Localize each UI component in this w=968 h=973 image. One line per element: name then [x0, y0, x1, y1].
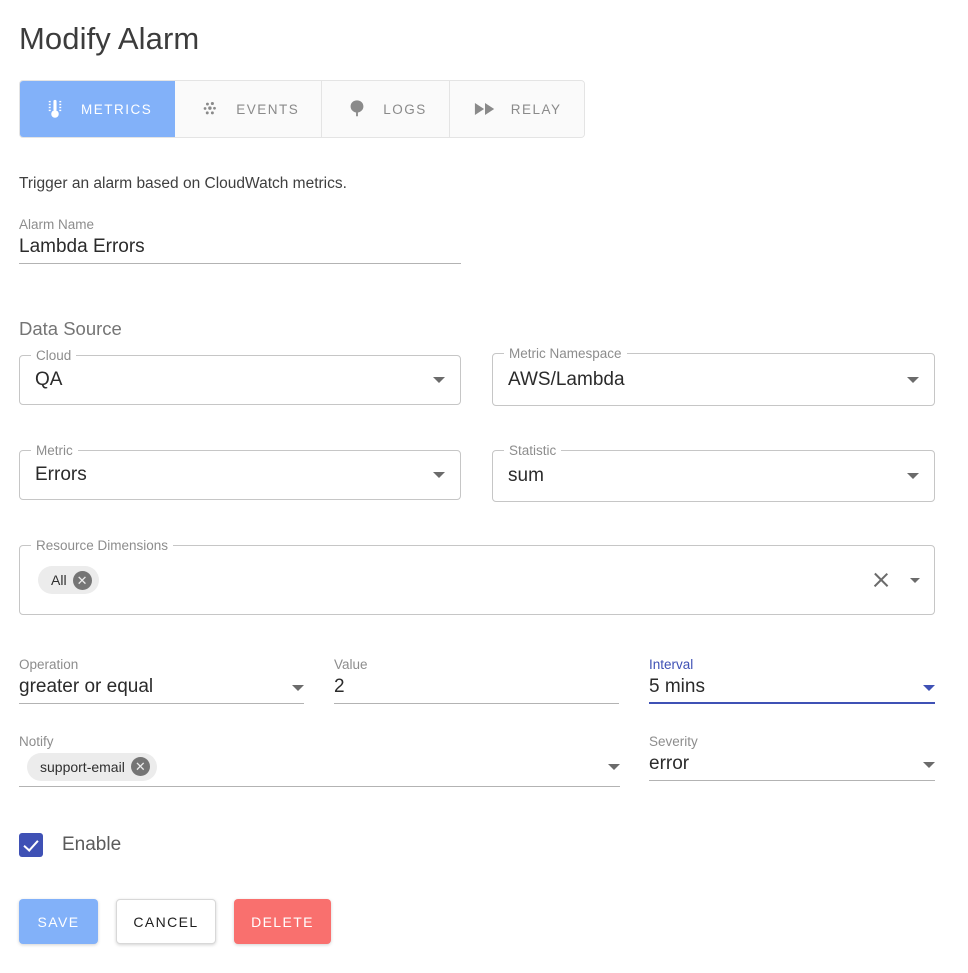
bubble-dots-icon: [197, 96, 223, 122]
metric-select[interactable]: Metric Errors: [19, 442, 461, 500]
metric-namespace-label: Metric Namespace: [504, 345, 627, 363]
value-label: Value: [334, 657, 368, 672]
resource-dimensions-select[interactable]: Resource Dimensions All ✕: [19, 537, 935, 615]
value-field[interactable]: Value 2: [334, 656, 619, 704]
tab-bar: METRICS EVENTS LOGS RELAY: [19, 80, 585, 138]
chevron-down-icon[interactable]: [907, 473, 919, 479]
modify-alarm-page: Modify Alarm METRICS EVENTS LOGS RELAY T…: [0, 0, 968, 973]
alarm-name-label: Alarm Name: [19, 217, 95, 232]
cloud-label: Cloud: [31, 347, 77, 365]
severity-value: error: [649, 753, 690, 774]
operation-value: greater or equal: [19, 676, 154, 697]
chevron-down-icon[interactable]: [292, 685, 304, 691]
page-description: Trigger an alarm based on CloudWatch met…: [19, 175, 347, 192]
page-title: Modify Alarm: [19, 21, 200, 56]
chevron-down-icon[interactable]: [608, 763, 620, 770]
tab-logs-label: LOGS: [383, 101, 427, 117]
chip-all-label: All: [51, 572, 67, 588]
statistic-select[interactable]: Statistic sum: [492, 442, 935, 502]
value-value: 2: [334, 676, 345, 697]
chevron-down-icon[interactable]: [910, 577, 920, 583]
enable-checkbox[interactable]: [19, 833, 43, 857]
alarm-name-input-row[interactable]: Lambda Errors: [19, 234, 461, 264]
resource-dimensions-chips: All ✕: [38, 566, 870, 594]
clear-icon[interactable]: [870, 569, 892, 591]
data-source-heading: Data Source: [19, 318, 122, 339]
save-button[interactable]: SAVE: [19, 899, 98, 944]
notify-select-row[interactable]: support-email ✕: [19, 751, 620, 787]
chevron-down-icon[interactable]: [433, 472, 445, 478]
alarm-name-value: Lambda Errors: [19, 236, 145, 257]
cloud-select[interactable]: Cloud QA: [19, 347, 461, 405]
tab-logs[interactable]: LOGS: [322, 81, 450, 137]
chip-remove-icon[interactable]: ✕: [130, 757, 150, 776]
chip-support-email[interactable]: support-email ✕: [27, 752, 157, 781]
operation-select-row[interactable]: greater or equal: [19, 674, 304, 704]
delete-button[interactable]: DELETE: [234, 899, 331, 944]
resource-dimensions-label: Resource Dimensions: [31, 537, 174, 555]
enable-label: Enable: [62, 834, 122, 855]
severity-field[interactable]: Severity error: [649, 733, 935, 781]
chevron-down-icon[interactable]: [923, 762, 935, 768]
chip-support-email-label: support-email: [40, 758, 125, 775]
operation-field[interactable]: Operation greater or equal: [19, 656, 304, 704]
chip-all[interactable]: All ✕: [38, 566, 99, 594]
statistic-label: Statistic: [504, 442, 562, 460]
interval-field[interactable]: Interval 5 mins: [649, 656, 935, 704]
chevron-down-icon[interactable]: [923, 685, 935, 691]
value-input-row[interactable]: 2: [334, 674, 619, 704]
notify-chips: support-email ✕: [19, 752, 157, 781]
enable-checkbox-row[interactable]: Enable: [19, 833, 121, 857]
tree-icon: [344, 96, 370, 122]
notify-field[interactable]: Notify support-email ✕: [19, 733, 620, 787]
thermometer-icon: [42, 96, 68, 122]
chip-remove-icon[interactable]: ✕: [72, 570, 92, 590]
fast-forward-icon: [472, 96, 498, 122]
interval-label: Interval: [649, 657, 694, 672]
metric-namespace-value: AWS/Lambda: [508, 368, 625, 390]
metric-label: Metric: [31, 442, 78, 460]
tab-relay[interactable]: RELAY: [449, 81, 584, 137]
interval-value: 5 mins: [649, 676, 705, 697]
severity-label: Severity: [649, 734, 698, 749]
tab-metrics[interactable]: METRICS: [20, 81, 176, 137]
statistic-value: sum: [508, 465, 544, 486]
metric-namespace-select[interactable]: Metric Namespace AWS/Lambda: [492, 345, 935, 406]
alarm-name-field[interactable]: Alarm Name Lambda Errors: [19, 216, 461, 264]
cloud-value: QA: [35, 369, 63, 390]
chevron-down-icon[interactable]: [907, 376, 919, 383]
interval-select-row[interactable]: 5 mins: [649, 674, 935, 704]
tab-metrics-label: METRICS: [81, 101, 153, 117]
tab-events-label: EVENTS: [236, 101, 300, 117]
metric-value: Errors: [35, 464, 87, 485]
cancel-button[interactable]: CANCEL: [116, 899, 216, 944]
operation-label: Operation: [19, 657, 79, 672]
tab-relay-label: RELAY: [510, 101, 562, 117]
severity-select-row[interactable]: error: [649, 751, 935, 781]
tab-events[interactable]: EVENTS: [175, 81, 323, 137]
action-buttons: SAVE CANCEL DELETE: [19, 899, 331, 944]
notify-label: Notify: [19, 734, 54, 749]
chevron-down-icon[interactable]: [433, 377, 445, 383]
